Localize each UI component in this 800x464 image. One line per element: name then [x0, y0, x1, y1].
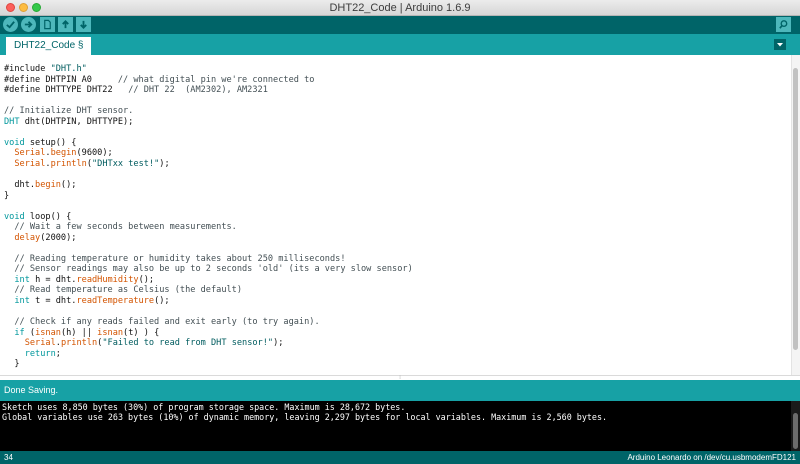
code-line[interactable]: } [4, 191, 413, 202]
code-line[interactable]: Serial.println("Failed to read from DHT … [4, 338, 413, 349]
code-line[interactable]: // Check if any reads failed and exit ea… [4, 317, 413, 328]
code-line[interactable]: // Initialize DHT sensor. [4, 106, 413, 117]
arrow-up-icon [62, 19, 69, 29]
tab-dht22-code[interactable]: DHT22_Code § [6, 37, 92, 55]
code-text[interactable]: #include "DHT.h" #define DHTPIN A0 // wha… [4, 64, 413, 375]
chevron-down-icon [777, 42, 783, 46]
code-line[interactable]: delay(2000); [4, 233, 413, 244]
code-line[interactable]: #define DHTPIN A0 // what digital pin we… [4, 75, 413, 86]
console-output[interactable]: Sketch uses 8,850 bytes (30%) of program… [0, 401, 800, 451]
code-line[interactable] [4, 169, 413, 180]
console-line: Global variables use 263 bytes (10%) of … [2, 412, 608, 422]
tab-bar: DHT22_Code § [0, 34, 800, 55]
code-line[interactable]: // Reading temperature or humidity takes… [4, 254, 413, 265]
code-line[interactable] [4, 243, 413, 254]
editor-scrollbar-thumb[interactable] [793, 68, 798, 350]
code-line[interactable] [4, 96, 413, 107]
new-sketch-button[interactable] [40, 17, 55, 32]
code-line[interactable] [4, 307, 413, 318]
code-line[interactable] [4, 127, 413, 138]
code-line[interactable]: DHT dht(DHTPIN, DHTTYPE); [4, 117, 413, 128]
tab-menu-button[interactable] [774, 39, 786, 50]
code-line[interactable]: void loop() { [4, 212, 413, 223]
code-line[interactable]: Serial.println("DHTxx test!"); [4, 159, 413, 170]
verify-button[interactable] [3, 17, 18, 32]
code-line[interactable]: dht.begin(); [4, 180, 413, 191]
board-port-info: Arduino Leonardo on /dev/cu.usbmodemFD12… [627, 453, 796, 462]
editor-scrollbar[interactable] [791, 55, 800, 375]
code-line[interactable]: #define DHTTYPE DHT22 // DHT 22 (AM2302)… [4, 85, 413, 96]
code-line[interactable]: void setup() { [4, 138, 413, 149]
console-scrollbar[interactable] [791, 401, 800, 451]
window-title-bar: DHT22_Code | Arduino 1.6.9 [0, 0, 800, 16]
status-bar: Done Saving. [0, 380, 800, 401]
cursor-line-number: 34 [4, 453, 13, 462]
magnifier-icon [779, 20, 788, 29]
code-line[interactable]: // Wait a few seconds between measuremen… [4, 222, 413, 233]
code-line[interactable]: // Sensor readings may also be up to 2 s… [4, 264, 412, 275]
code-line[interactable]: #include "DHT.h" [4, 64, 413, 75]
new-file-icon [44, 19, 51, 30]
upload-button[interactable] [21, 17, 36, 32]
serial-monitor-button[interactable] [776, 17, 791, 32]
console-line: Sketch uses 8,850 bytes (30%) of program… [2, 402, 406, 412]
open-button[interactable] [58, 17, 73, 32]
code-line[interactable]: if (isnan(h) || isnan(t) ) { [4, 328, 413, 339]
window-title: DHT22_Code | Arduino 1.6.9 [329, 2, 471, 14]
code-line[interactable]: int h = dht.readHumidity(); [4, 275, 413, 286]
save-button[interactable] [76, 17, 91, 32]
code-editor[interactable]: #include "DHT.h" #define DHTPIN A0 // wha… [0, 55, 800, 375]
status-message: Done Saving. [4, 385, 59, 395]
arrow-down-icon [80, 20, 87, 30]
toolbar [0, 16, 800, 34]
arrow-right-icon [24, 21, 33, 28]
code-line[interactable] [4, 201, 413, 212]
code-line[interactable]: } [4, 359, 413, 370]
code-line[interactable]: return; [4, 349, 413, 360]
footer-bar: 34 Arduino Leonardo on /dev/cu.usbmodemF… [0, 451, 800, 464]
code-line[interactable]: int t = dht.readTemperature(); [4, 296, 413, 307]
code-line[interactable]: // Read temperature as Celsius (the defa… [4, 285, 413, 296]
console-scrollbar-thumb[interactable] [793, 413, 798, 449]
code-line[interactable]: Serial.begin(9600); [4, 148, 413, 159]
check-icon [6, 21, 15, 29]
